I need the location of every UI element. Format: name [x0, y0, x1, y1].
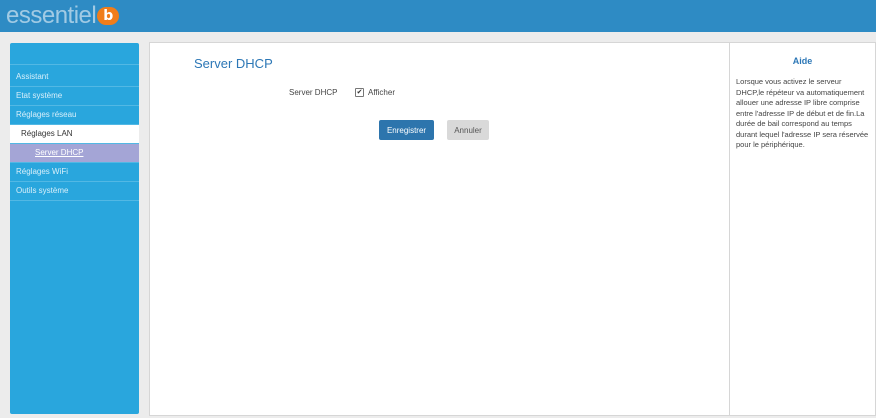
help-text: Lorsque vous activez le serveur DHCP,le … — [736, 77, 869, 149]
brand-b-icon: b — [97, 7, 120, 25]
sidebar: Assistant Etat système Réglages réseau R… — [10, 43, 139, 414]
cancel-button[interactable]: Annuler — [447, 120, 489, 140]
sidebar-item-reglages-lan[interactable]: Réglages LAN — [10, 125, 139, 144]
brand-text: essentiel — [6, 2, 97, 29]
sidebar-header — [10, 43, 139, 65]
sidebar-item-server-dhcp[interactable]: Server DHCP — [10, 144, 139, 163]
dhcp-field-label: Server DHCP — [289, 88, 338, 97]
top-bar: essentiel b — [0, 0, 876, 32]
brand-logo[interactable]: essentiel b — [6, 2, 120, 30]
save-button[interactable]: Enregistrer — [379, 120, 434, 140]
sidebar-item-reglages-wifi[interactable]: Réglages WiFi — [10, 163, 139, 182]
help-panel: Aide Lorsque vous activez le serveur DHC… — [729, 42, 876, 416]
brand-logo-letter: b — [103, 8, 114, 24]
afficher-checkbox-row[interactable]: ✔ Afficher — [355, 88, 395, 97]
page-title: Server DHCP — [194, 56, 273, 71]
afficher-checkbox[interactable]: ✔ — [355, 88, 364, 97]
main-panel: Server DHCP Server DHCP ✔ Afficher Enreg… — [149, 42, 730, 416]
sidebar-item-outils-systeme[interactable]: Outils système — [10, 182, 139, 201]
sidebar-item-assistant[interactable]: Assistant — [10, 68, 139, 87]
sidebar-item-reglages-reseau[interactable]: Réglages réseau — [10, 106, 139, 125]
sidebar-item-etat-systeme[interactable]: Etat système — [10, 87, 139, 106]
afficher-checkbox-label: Afficher — [368, 88, 395, 97]
help-title: Aide — [792, 56, 813, 66]
